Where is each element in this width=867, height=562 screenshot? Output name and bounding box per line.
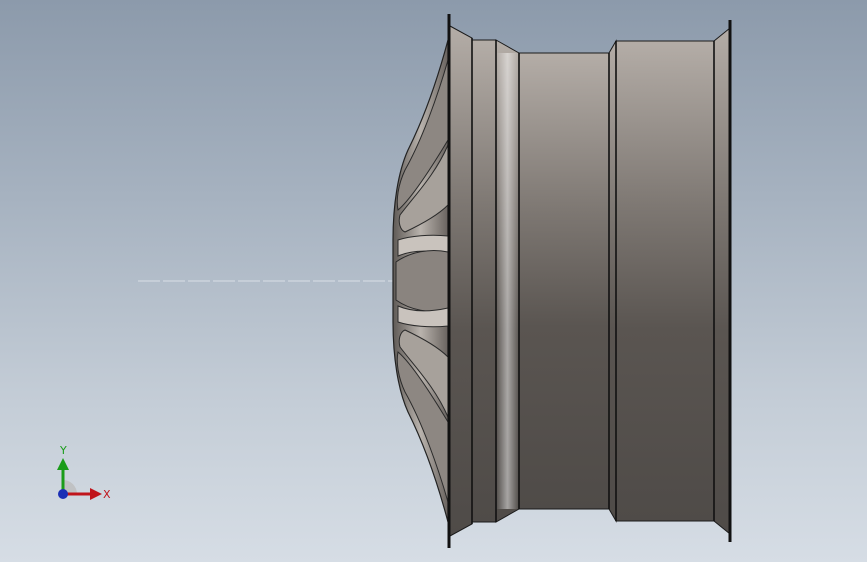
x-axis-label: X: [103, 488, 111, 501]
rim-barrel: [449, 25, 731, 537]
wheel-rim-model[interactable]: [0, 0, 867, 562]
y-axis-label: Y: [59, 444, 67, 457]
z-axis-dot-icon: [58, 489, 68, 499]
spoke-face: [392, 39, 449, 523]
reference-triad: Y X: [57, 444, 111, 501]
graphics-viewport[interactable]: Y X: [0, 0, 867, 562]
